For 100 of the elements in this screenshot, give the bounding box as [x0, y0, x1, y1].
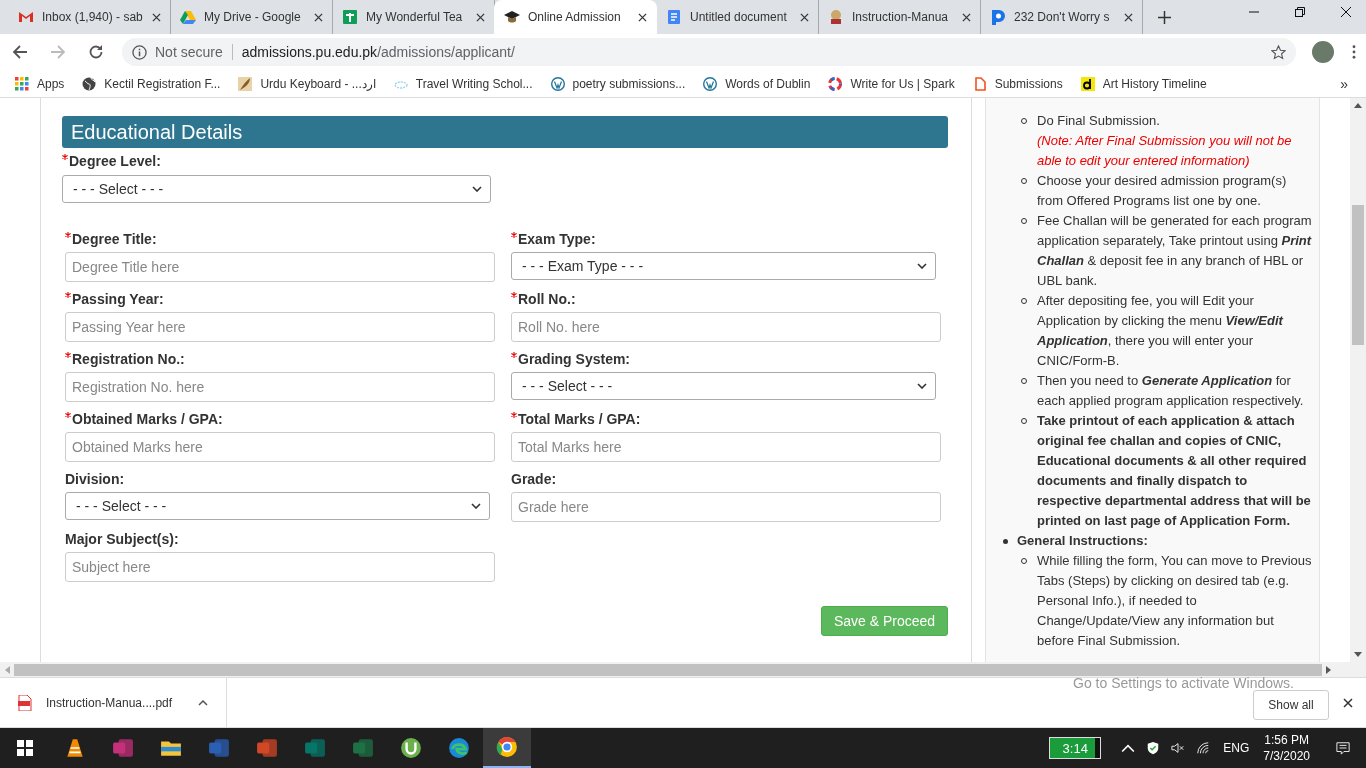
- shield-icon[interactable]: [1146, 741, 1161, 755]
- bookmark-link[interactable]: Words of Dublin: [703, 76, 811, 91]
- close-icon[interactable]: [800, 12, 809, 22]
- triangle-icon: [180, 9, 196, 25]
- instruction-text: Do Final Submission.: [1037, 112, 1161, 130]
- scroll-thumb[interactable]: [14, 663, 1322, 676]
- taskbar-app[interactable]: [483, 728, 531, 768]
- more-bookmarks-button[interactable]: »: [1340, 75, 1348, 92]
- close-icon[interactable]: [962, 12, 971, 22]
- dropdown[interactable]: - - - Select - - -: [511, 372, 936, 400]
- caret-up-icon[interactable]: [198, 699, 209, 706]
- close-icon[interactable]: [152, 12, 161, 22]
- instruction-text: Choose your desired admission program(s) from Offered Programs list one by one.: [1037, 172, 1288, 210]
- required-asterisk-icon: [62, 154, 68, 160]
- office-app-icon: [256, 737, 278, 759]
- speaker-muted-icon[interactable]: [1171, 741, 1186, 755]
- input-field[interactable]: Total Marks here: [511, 432, 941, 462]
- pdf-file-icon: [18, 694, 32, 711]
- bookmark-star-icon[interactable]: [1271, 44, 1286, 60]
- field-label: Exam Type:: [511, 231, 941, 249]
- dropdown[interactable]: - - - Exam Type - - -: [511, 252, 936, 280]
- field-label: Registration No.:: [65, 351, 495, 369]
- input-field[interactable]: Passing Year here: [65, 312, 495, 342]
- download-item[interactable]: Instruction-Manua....pdf: [0, 678, 228, 727]
- instruction-heading: General Instructions:: [1017, 532, 1148, 550]
- scroll-thumb[interactable]: [1352, 205, 1364, 345]
- windows-start-icon[interactable]: [17, 740, 33, 756]
- instruction-text: Then you need to Generate Application for each applied program application respectively.: [1037, 372, 1305, 410]
- vertical-scrollbar[interactable]: [1350, 98, 1366, 662]
- scroll-down-icon[interactable]: [1354, 652, 1362, 657]
- bookmark-link[interactable]: Apps: [15, 76, 65, 91]
- language-indicator[interactable]: ENG: [1223, 741, 1250, 755]
- close-icon[interactable]: [314, 12, 323, 22]
- apps-grid-icon: [15, 76, 29, 91]
- close-icon[interactable]: [1343, 698, 1353, 708]
- field-label: Grading System:: [511, 351, 941, 369]
- close-icon[interactable]: [1340, 6, 1352, 18]
- profile-avatar[interactable]: [1312, 41, 1334, 63]
- edge-icon: [448, 737, 470, 759]
- bookmark-link[interactable]: Write for Us | Spark: [828, 76, 955, 91]
- input-field[interactable]: Degree Title here: [65, 252, 495, 282]
- field-label: Grade:: [511, 471, 558, 489]
- office-app-icon: [304, 737, 326, 759]
- input-field[interactable]: Registration No. here: [65, 372, 495, 402]
- reload-icon[interactable]: [88, 44, 104, 60]
- scroll-up-icon[interactable]: [1354, 103, 1362, 108]
- horizontal-scrollbar[interactable]: [0, 662, 1366, 678]
- close-icon[interactable]: [638, 12, 647, 22]
- input-field[interactable]: Obtained Marks here: [65, 432, 495, 462]
- address-bar[interactable]: Not secure admissions.pu.edu.pk/admissions/applicant/: [122, 38, 1296, 66]
- bookmark-link[interactable]: Kectil Registration F...: [82, 76, 221, 91]
- restore-icon[interactable]: [1294, 6, 1306, 18]
- dropdown[interactable]: - - - Select - - -: [65, 492, 490, 520]
- tab-title: My Drive - Google: [204, 10, 302, 24]
- input-field[interactable]: Roll No. here: [511, 312, 941, 342]
- crest-icon: [828, 9, 844, 25]
- scroll-right-icon[interactable]: [1326, 665, 1331, 674]
- mail-icon: [18, 9, 34, 25]
- required-asterisk-icon: [65, 412, 71, 418]
- bookmark-link[interactable]: Urdu Keyboard - ...ارد: [238, 76, 376, 91]
- required-asterisk-icon: [511, 412, 517, 418]
- clock[interactable]: 1:56 PM 7/3/2020: [1263, 732, 1310, 764]
- required-asterisk-icon: [65, 232, 71, 238]
- office-app-icon: [208, 737, 230, 759]
- color-ring-icon: [828, 76, 843, 91]
- chevron-down-icon: [471, 503, 481, 509]
- tab-title: Untitled document: [690, 10, 788, 24]
- bookmark-link[interactable]: Art History Timeline: [1080, 76, 1207, 91]
- office-app-icon: [112, 737, 134, 759]
- chevron-down-icon: [917, 263, 927, 269]
- menu-icon[interactable]: [1352, 45, 1356, 59]
- p-logo-icon: [990, 9, 1006, 25]
- field-label: Total Marks / GPA:: [511, 411, 941, 429]
- notification-icon[interactable]: [1336, 741, 1350, 755]
- bullet-icon: [1003, 539, 1008, 544]
- browser-tab[interactable]: Online Admission: [494, 0, 657, 34]
- input-field[interactable]: Grade here: [511, 492, 941, 522]
- back-icon[interactable]: [12, 44, 28, 60]
- bookmark-link[interactable]: Travel Writing Schol...: [393, 76, 533, 91]
- security-label: Not secure: [155, 44, 233, 60]
- wordpress-icon: [550, 76, 565, 91]
- section-header: Educational Details: [62, 116, 948, 148]
- field-label: Obtained Marks / GPA:: [65, 411, 495, 429]
- show-all-button[interactable]: Show all: [1253, 690, 1329, 720]
- new-tab-icon[interactable]: [1158, 11, 1171, 24]
- dropdown[interactable]: - - - Select - - -: [62, 175, 491, 203]
- input-field[interactable]: Subject here: [65, 552, 495, 582]
- close-icon[interactable]: [1124, 12, 1133, 22]
- required-asterisk-icon: [65, 352, 71, 358]
- instruction-text: Fee Challan will be generated for each program application separately, Take printout using Print Challan & deposit fee in any branch of HBL or UBL bank.: [1037, 212, 1313, 290]
- battery-indicator[interactable]: 3:14: [1049, 737, 1102, 759]
- document-icon: [972, 76, 987, 91]
- bookmark-link[interactable]: poetry submissions...: [550, 76, 686, 91]
- url-text: admissions.pu.edu.pk/admissions/applicant/: [241, 44, 516, 60]
- instruction-text: After depositing fee, you will Edit your Application by clicking the menu View/Edit Application, there you will enter your CNIC/Form-B.: [1037, 292, 1285, 370]
- chrome-icon: [496, 736, 518, 758]
- close-icon[interactable]: [476, 12, 485, 22]
- bookmark-link[interactable]: Submissions: [972, 76, 1063, 91]
- wifi-icon[interactable]: [1196, 741, 1211, 755]
- tab-title: 232 Don't Worry s: [1014, 10, 1111, 24]
